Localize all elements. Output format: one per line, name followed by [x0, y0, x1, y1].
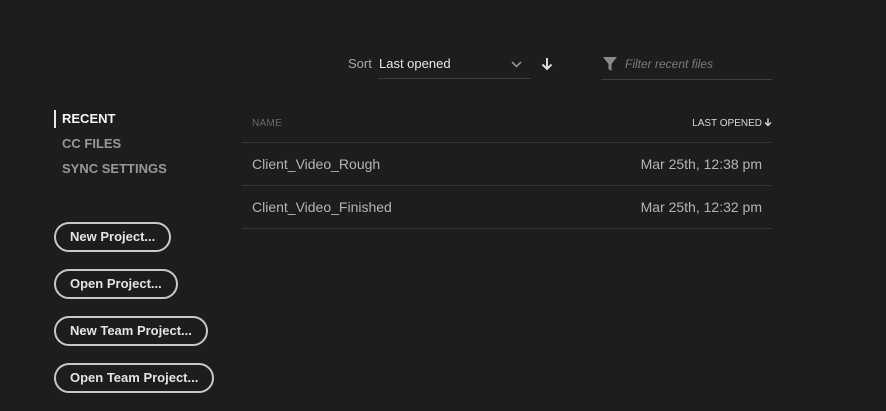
filter-field[interactable] — [601, 50, 772, 80]
table-row[interactable]: Client_Video_Finished Mar 25th, 12:32 pm — [242, 186, 772, 229]
column-header-last-opened[interactable]: LAST OPENED — [692, 118, 772, 129]
file-name: Client_Video_Rough — [252, 156, 381, 172]
open-team-project-button[interactable]: Open Team Project... — [54, 363, 215, 393]
sort-dropdown-value: Last opened — [379, 56, 451, 71]
file-name: Client_Video_Finished — [252, 199, 392, 215]
open-project-button[interactable]: Open Project... — [54, 269, 178, 299]
file-last-opened: Mar 25th, 12:32 pm — [640, 199, 762, 215]
new-team-project-button[interactable]: New Team Project... — [54, 316, 208, 346]
sidebar-item-cc-files[interactable]: CC FILES — [54, 134, 167, 159]
sort-label: Sort — [348, 56, 372, 71]
arrow-down-icon[interactable] — [540, 57, 554, 72]
sidebar-nav: RECENT CC FILES SYNC SETTINGS — [54, 109, 167, 184]
sidebar-item-sync-settings[interactable]: SYNC SETTINGS — [54, 159, 167, 184]
recent-files-table: NAME LAST OPENED Client_Video_Rough Mar … — [242, 110, 772, 229]
table-row[interactable]: Client_Video_Rough Mar 25th, 12:38 pm — [242, 143, 772, 186]
new-project-button[interactable]: New Project... — [54, 222, 172, 252]
file-last-opened: Mar 25th, 12:38 pm — [640, 156, 762, 172]
sort-arrow-down-icon — [764, 118, 772, 127]
chevron-down-icon — [511, 61, 522, 68]
start-screen: Sort Last opened RECENT CC FILES SYNC SE… — [0, 0, 886, 411]
table-header: NAME LAST OPENED — [242, 110, 772, 143]
sidebar-item-recent[interactable]: RECENT — [54, 109, 167, 134]
column-header-last-opened-label: LAST OPENED — [692, 118, 762, 129]
sort-dropdown[interactable]: Last opened — [378, 50, 531, 79]
funnel-icon — [603, 57, 617, 71]
filter-input[interactable] — [625, 54, 769, 74]
column-header-name[interactable]: NAME — [252, 118, 282, 129]
